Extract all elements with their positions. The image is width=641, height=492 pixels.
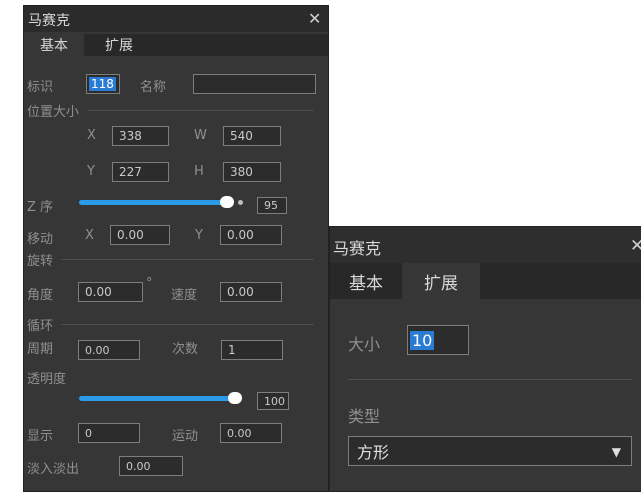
right-properties-panel: 马赛克 ✕ 基本 扩展 大小 10 类型 方形 ▼ [329,226,641,492]
show-field[interactable]: 0 [78,423,140,443]
h-field[interactable]: 380 [223,162,281,182]
move-x-label: X [85,228,94,243]
close-icon[interactable]: ✕ [630,238,641,255]
chevron-down-icon[interactable]: ▼ [612,445,621,459]
name-label: 名称 [140,80,167,95]
y-field[interactable]: 227 [112,162,169,182]
size-divider [348,379,632,380]
x-field[interactable]: 338 [112,126,169,146]
y-value: 227 [119,165,142,179]
z-order-label: Z 序 [27,200,54,215]
z-order-slider[interactable] [79,200,229,205]
rotate-divider [61,259,314,260]
tab-extended-label: 扩展 [105,38,133,54]
count-label: 次数 [172,342,199,357]
left-title-bar: 马赛克 ✕ [24,6,328,32]
angle-value: 0.00 [85,285,112,299]
w-field[interactable]: 540 [223,126,281,146]
z-order-slider-end [238,200,243,205]
period-value: 0.00 [85,343,110,357]
position-size-section: 位置大小 [27,105,80,120]
motion-value: 0.00 [227,426,252,440]
h-value: 380 [230,165,253,179]
loop-divider [61,324,314,325]
motion-label: 运动 [172,429,199,444]
z-order-value: 95 [264,199,278,212]
position-size-divider [88,110,314,111]
type-select-value: 方形 [357,443,390,462]
move-y-value: 0.00 [227,228,254,242]
show-label: 显示 [27,429,54,444]
period-field[interactable]: 0.00 [78,340,140,360]
id-field[interactable]: 118 [86,74,120,94]
tab-basic[interactable]: 基本 [330,263,402,299]
move-y-field[interactable]: 0.00 [220,225,282,245]
z-order-slider-thumb[interactable] [220,196,234,208]
fade-field[interactable]: 0.00 [119,456,183,476]
right-tab-bar: 基本 扩展 [330,263,641,299]
size-label: 大小 [348,335,381,354]
left-properties-panel: 马赛克 ✕ 基本 扩展 标识 118 名称 位置大小 X 338 W 540 Y… [23,5,329,492]
move-x-value: 0.00 [117,228,144,242]
tab-extended-label: 扩展 [424,273,458,294]
size-field[interactable]: 10 [407,325,469,355]
w-value: 540 [230,129,253,143]
count-value: 1 [228,343,236,357]
tab-basic[interactable]: 基本 [24,34,84,56]
count-field[interactable]: 1 [221,340,283,360]
tab-basic-label: 基本 [349,273,383,294]
angle-unit: ° [146,276,153,291]
angle-label: 角度 [27,288,54,303]
x-value: 338 [119,129,142,143]
type-select[interactable]: 方形 ▼ [348,436,632,466]
w-label: W [194,128,207,143]
opacity-slider[interactable] [79,396,236,401]
show-value: 0 [85,426,92,440]
fade-label: 淡入淡出 [27,462,80,477]
h-label: H [194,164,204,179]
right-panel-title: 马赛克 [333,239,382,258]
x-label: X [87,128,96,143]
rotate-section: 旋转 [27,254,54,269]
right-title-bar: 马赛克 ✕ [330,227,641,263]
angle-field[interactable]: 0.00 [78,282,143,302]
motion-field[interactable]: 0.00 [220,423,282,443]
tab-extended[interactable]: 扩展 [402,263,480,299]
opacity-slider-thumb[interactable] [228,392,242,404]
y-label: Y [87,164,95,179]
speed-field[interactable]: 0.00 [220,282,282,302]
speed-value: 0.00 [227,285,254,299]
id-value: 118 [89,77,116,91]
type-label: 类型 [348,407,381,426]
period-label: 周期 [27,342,54,357]
opacity-label: 透明度 [27,372,67,387]
loop-section: 循环 [27,319,54,334]
opacity-value: 100 [264,394,285,408]
close-icon[interactable]: ✕ [308,11,321,27]
left-panel-title: 马赛克 [28,13,70,29]
z-order-field[interactable]: 95 [257,197,287,214]
move-label: 移动 [27,232,54,247]
tab-extended[interactable]: 扩展 [84,34,154,56]
left-tab-bar: 基本 扩展 [24,34,328,56]
name-field[interactable] [193,74,316,94]
opacity-field[interactable]: 100 [257,392,289,410]
move-x-field[interactable]: 0.00 [110,225,170,245]
move-y-label: Y [195,228,203,243]
size-value: 10 [410,330,435,350]
speed-label: 速度 [171,288,198,303]
tab-basic-label: 基本 [40,38,68,54]
fade-value: 0.00 [126,459,151,473]
id-label: 标识 [27,80,54,95]
